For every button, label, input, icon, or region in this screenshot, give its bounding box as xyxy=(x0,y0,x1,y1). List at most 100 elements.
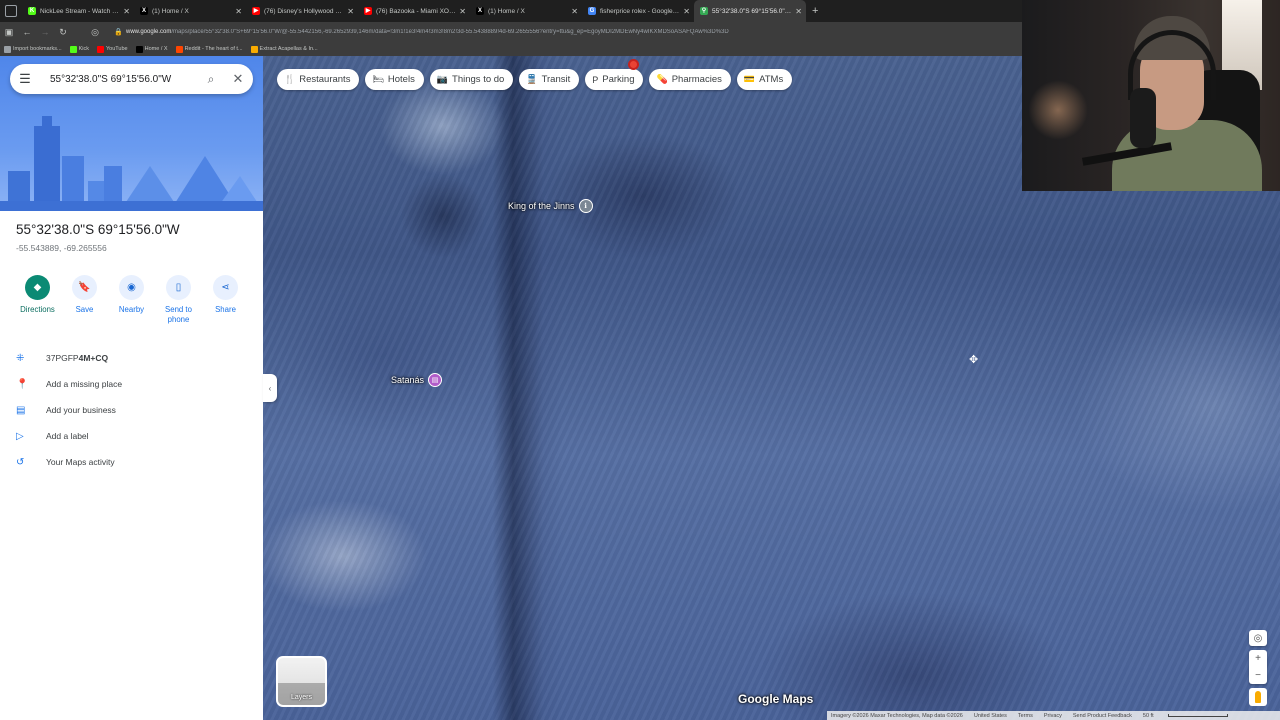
chip-label: ATMs xyxy=(759,74,784,85)
share-button[interactable]: ⋖ Share xyxy=(202,275,249,325)
info-row[interactable]: ⁜ 37PGFP 4M+CQ xyxy=(0,345,263,371)
tab-close-icon[interactable]: ✕ xyxy=(795,7,802,16)
info-row[interactable]: ▤ Add your business xyxy=(0,397,263,423)
bookmark-favicon-icon xyxy=(4,45,11,53)
collapse-panel-button[interactable]: ‹ xyxy=(263,374,277,402)
browser-tab[interactable]: X (1) Home / X ✕ xyxy=(470,0,582,22)
chip-restaurants[interactable]: 🍴 Restaurants xyxy=(277,69,360,90)
bookmark-label: Home / X xyxy=(144,46,168,52)
chip-atms[interactable]: 💳 ATMs xyxy=(736,69,793,90)
map-place-king-of-the-jinns[interactable]: King of the Jinns ℹ xyxy=(508,199,593,213)
tab-favicon-icon: X xyxy=(476,7,484,15)
nearby-icon: ◉ xyxy=(119,275,144,300)
info-row-label: 37PGFP xyxy=(46,353,79,363)
info-row[interactable]: 📍 Add a missing place xyxy=(0,371,263,397)
tab-close-icon[interactable]: ✕ xyxy=(347,7,354,16)
window-menu-icon[interactable] xyxy=(5,5,17,17)
map-footer-item[interactable]: Privacy xyxy=(1044,713,1062,719)
info-row[interactable]: ▷ Add a label xyxy=(0,423,263,449)
map-footer-item[interactable]: Send Product Feedback xyxy=(1073,713,1132,719)
chip-things-to-do[interactable]: 📷 Things to do xyxy=(429,69,514,90)
share-icon: ⋖ xyxy=(213,275,238,300)
map-footer: Imagery ©2026 Maxar Technologies, Map da… xyxy=(827,711,1280,720)
bookmark-item[interactable]: Extract Acapellas & In... xyxy=(250,45,318,53)
lock-icon[interactable]: 🔒 xyxy=(114,28,123,36)
sidebar-toggle-icon[interactable]: ▣ xyxy=(0,27,18,38)
browser-tab[interactable]: Gfisherprice rolex - Google Sear ✕ xyxy=(582,0,694,22)
info-pin-icon[interactable]: ℹ xyxy=(578,199,593,213)
pegman-icon[interactable] xyxy=(1249,688,1267,706)
action-buttons: ◆ Directions 🔖 Save ◉ Nearby ▯ Send to phone ⋖ Sh… xyxy=(14,275,249,325)
map-footer-item: Imagery ©2026 Maxar Technologies, Map da… xyxy=(831,712,963,719)
search-input[interactable]: 55°32'38.0"S 69°15'56.0"W xyxy=(40,74,199,85)
bookmark-label: YouTube xyxy=(106,46,128,52)
tab-close-icon[interactable]: ✕ xyxy=(571,7,578,16)
url-path: /maps/place/55°32'38.0"S+69°15'56.0"W/@-… xyxy=(171,29,729,35)
nearby-button[interactable]: ◉ Nearby xyxy=(108,275,155,325)
browser-tab[interactable]: ⚲ 55°32'38.0"S 69°15'56.0"W - Go✕ xyxy=(694,0,806,22)
chip-transit[interactable]: 🚆 Transit xyxy=(519,69,580,90)
forward-icon[interactable]: → xyxy=(36,27,54,37)
map-footer-item[interactable]: United States xyxy=(974,713,1007,719)
zoom-controls: + − xyxy=(1249,650,1267,684)
place-pin-icon[interactable]: ▤ xyxy=(428,373,443,387)
url-field[interactable]: 🔒 www.google.com /maps/place/55°32'38.0"… xyxy=(114,25,984,40)
action-label: Nearby xyxy=(118,305,145,314)
bookmark-label: Import bookmarks... xyxy=(13,46,62,52)
category-chips: 🍴 Restaurants 🛏 Hotels 📷 Things to do 🚆 Transit… xyxy=(277,69,793,90)
zoom-out-button[interactable]: − xyxy=(1255,667,1261,684)
search-bar[interactable]: ☰ 55°32'38.0"S 69°15'56.0"W ⌕ ✕ xyxy=(10,64,253,94)
search-icon[interactable]: ⌕ xyxy=(199,72,223,87)
bookmark-item[interactable]: Kick xyxy=(69,45,89,53)
directions-button[interactable]: ◆ Directions xyxy=(14,275,61,325)
browser-tab[interactable]: K NickLee Stream - Watch Live on✕ xyxy=(22,0,134,22)
chip-parking[interactable]: P Parking xyxy=(585,69,644,90)
tab-favicon-icon: ▶ xyxy=(252,7,260,15)
tab-favicon-icon: ⚲ xyxy=(700,7,708,15)
tab-label: (1) Home / X xyxy=(488,7,525,15)
my-location-icon[interactable]: ◎ xyxy=(1249,630,1267,646)
tab-close-icon[interactable]: ✕ xyxy=(459,7,466,16)
chip-hotels[interactable]: 🛏 Hotels xyxy=(365,69,424,90)
save-button[interactable]: 🔖 Save xyxy=(61,275,108,325)
label-icon: ▷ xyxy=(16,430,24,442)
tab-label: (1) Home / X xyxy=(152,7,189,15)
bookmark-favicon-icon xyxy=(175,45,183,53)
bookmark-item[interactable]: Reddit - The heart of t... xyxy=(175,45,243,53)
browser-tab[interactable]: ▶ (76) Disney's Hollywood Studio✕ xyxy=(246,0,358,22)
menu-icon[interactable]: ☰ xyxy=(10,71,40,87)
reload-icon[interactable]: ↻ xyxy=(54,27,72,38)
bookmark-item[interactable]: Home / X xyxy=(135,45,168,53)
map-place-satanas[interactable]: Satanás ▤ xyxy=(391,373,443,387)
add-place-icon: 📍 xyxy=(16,378,29,390)
tab-favicon-icon: G xyxy=(588,7,596,15)
tab-label: 55°32'38.0"S 69°15'56.0"W - Go xyxy=(712,7,792,15)
tab-close-icon[interactable]: ✕ xyxy=(235,7,242,16)
chip-icon: 💊 xyxy=(656,74,668,84)
info-row[interactable]: ↺ Your Maps activity xyxy=(0,449,263,475)
place-name: King of the Jinns xyxy=(508,201,575,211)
place-title: 55°32'38.0"S 69°15'56.0"W xyxy=(16,222,180,237)
browser-tab[interactable]: X (1) Home / X ✕ xyxy=(134,0,246,22)
chip-icon: 💳 xyxy=(743,74,756,84)
chip-icon: 🚆 xyxy=(526,74,538,84)
back-icon[interactable]: ← xyxy=(18,27,36,37)
bookmark-favicon-icon xyxy=(135,45,143,53)
zoom-in-button[interactable]: + xyxy=(1255,650,1261,667)
map-footer-item[interactable]: Terms xyxy=(1018,713,1033,719)
tab-close-icon[interactable]: ✕ xyxy=(123,7,130,16)
action-label: Send to phone xyxy=(165,305,192,324)
close-icon[interactable]: ✕ xyxy=(223,71,253,87)
chip-icon: P xyxy=(592,74,599,85)
bookmark-item[interactable]: YouTube xyxy=(97,45,128,53)
shield-icon[interactable]: ◎ xyxy=(86,27,104,38)
bookmark-favicon-icon xyxy=(250,45,258,53)
send-to-phone-button[interactable]: ▯ Send to phone xyxy=(155,275,202,325)
bookmark-item[interactable]: Import bookmarks... xyxy=(4,45,62,53)
tab-close-icon[interactable]: ✕ xyxy=(683,7,690,16)
browser-tab[interactable]: ▶ (76) Bazooka - Miami XO [Offic✕ xyxy=(358,0,470,22)
new-tab-button[interactable]: + xyxy=(806,5,824,17)
map-footer-item[interactable]: 50 ft xyxy=(1143,713,1154,719)
chip-pharmacies[interactable]: 💊 Pharmacies xyxy=(649,69,731,90)
layers-button[interactable]: Layers xyxy=(276,656,327,707)
